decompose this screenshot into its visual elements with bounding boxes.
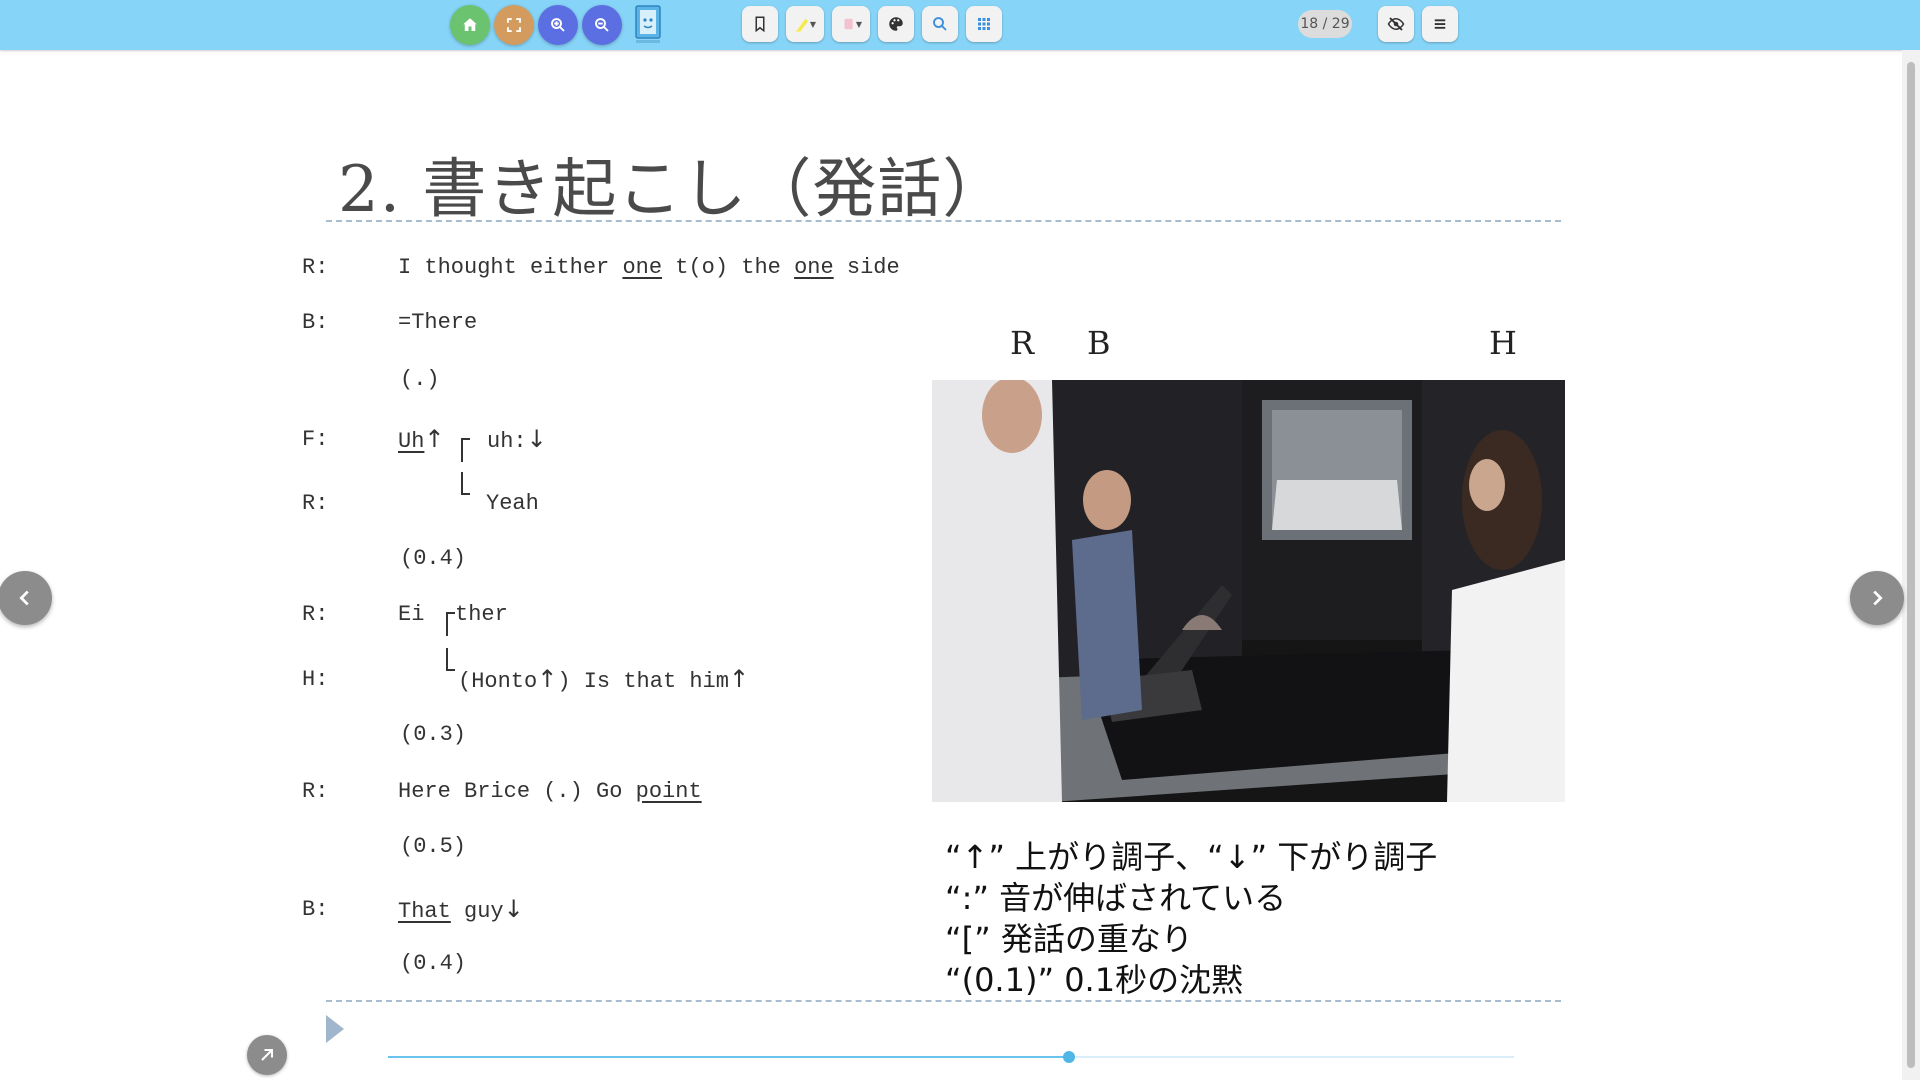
video-still [932,380,1565,802]
legend-line: “:” 音が伸ばされている [945,879,1287,917]
fullscreen-button[interactable] [494,5,534,45]
menu-button[interactable] [1422,6,1458,42]
speaker-label: R: [302,602,329,627]
hide-toolbar-button[interactable] [1378,6,1414,42]
arrow-up-right-icon [261,1048,274,1061]
pause-marker: (0.4) [400,951,467,976]
chevron-down-icon: ▼ [855,19,863,29]
participant-label-b: B [1087,324,1111,362]
book-logo-icon [632,4,664,46]
top-toolbar: ▼ ▼ 18 / 29 [0,0,1920,50]
progress-knob[interactable] [1063,1051,1076,1063]
legend-line: “(0.1)” 0.1秒の沈黙 [945,961,1244,999]
home-button[interactable] [450,5,490,45]
play-icon[interactable] [326,1015,344,1043]
footer-divider [326,1000,1561,1002]
search-button[interactable] [922,6,958,42]
thumbnails-button[interactable] [966,6,1002,42]
speaker-label: R: [302,491,329,516]
transcript-line: Yeah [486,491,539,516]
speaker-label: B: [302,310,329,335]
fullscreen-icon [507,18,521,32]
overlap-bracket [446,612,448,636]
previous-page-button[interactable] [0,571,52,625]
speaker-label: R: [302,779,329,804]
zoom-in-button[interactable] [538,5,578,45]
palette-button[interactable] [878,6,914,42]
vertical-scrollbar[interactable] [1902,50,1920,1080]
palette-icon [889,17,903,31]
zoom-out-button[interactable] [582,5,622,45]
pause-marker: (0.3) [400,722,467,747]
pause-marker: (0.5) [400,834,467,859]
search-icon [933,17,947,31]
home-icon [463,18,477,31]
page-indicator: 18 / 29 [1298,10,1352,38]
overlap-bracket [461,472,463,494]
zoom-out-icon [595,18,609,32]
eraser-button[interactable]: ▼ [832,6,870,42]
transcript-line: uh:↓ [487,425,547,454]
overlap-bracket [446,669,455,671]
transcript-line: That guy↓ [398,895,524,924]
transcript-line: (Honto↑) Is that him↑ [458,665,750,694]
eye-off-icon [1387,17,1405,31]
participant-label-h: H [1489,324,1517,362]
speaker-label: R: [302,255,329,280]
open-external-button[interactable] [247,1035,287,1075]
legend-line: “[” 発話の重なり [945,920,1193,958]
chevron-left-icon [19,590,29,606]
transcript-line: Here Brice (.) Go point [398,779,702,804]
chevron-right-icon [1873,590,1883,606]
overlap-bracket [446,648,448,670]
chevron-down-icon: ▼ [809,19,817,29]
speaker-label: H: [302,667,329,692]
transcript-line: ther [455,602,508,627]
next-page-button[interactable] [1850,571,1904,625]
speaker-label: B: [302,897,329,922]
legend-line: “↑” 上がり調子、“↓” 下がり調子 [945,838,1438,876]
pause-marker: (.) [400,367,440,392]
overlap-bracket [461,438,463,462]
overlap-bracket [461,493,470,495]
participant-label-r: R [1010,324,1035,362]
highlighter-button[interactable]: ▼ [786,6,824,42]
bookmark-button[interactable] [742,6,778,42]
transcript-line: =There [398,310,478,335]
zoom-in-icon [551,18,565,32]
transcript-line: I thought either one t(o) the one side [398,255,900,280]
transcript-line: Uh↑ [398,425,445,454]
speaker-label: F: [302,427,329,452]
video-scene-illustration [932,380,1565,802]
progress-fill [388,1056,1070,1058]
pause-marker: (0.4) [400,546,467,571]
hamburger-menu-icon [1434,19,1446,29]
grid-icon [978,18,990,30]
title-divider [326,220,1561,222]
transcript-line: Ei [398,602,425,627]
page-progress-slider[interactable] [388,1051,1514,1063]
slide-title: 2. 書き起こし（発話） [338,153,1008,227]
scrollbar-thumb[interactable] [1907,62,1915,1068]
bookmark-icon [755,16,765,33]
